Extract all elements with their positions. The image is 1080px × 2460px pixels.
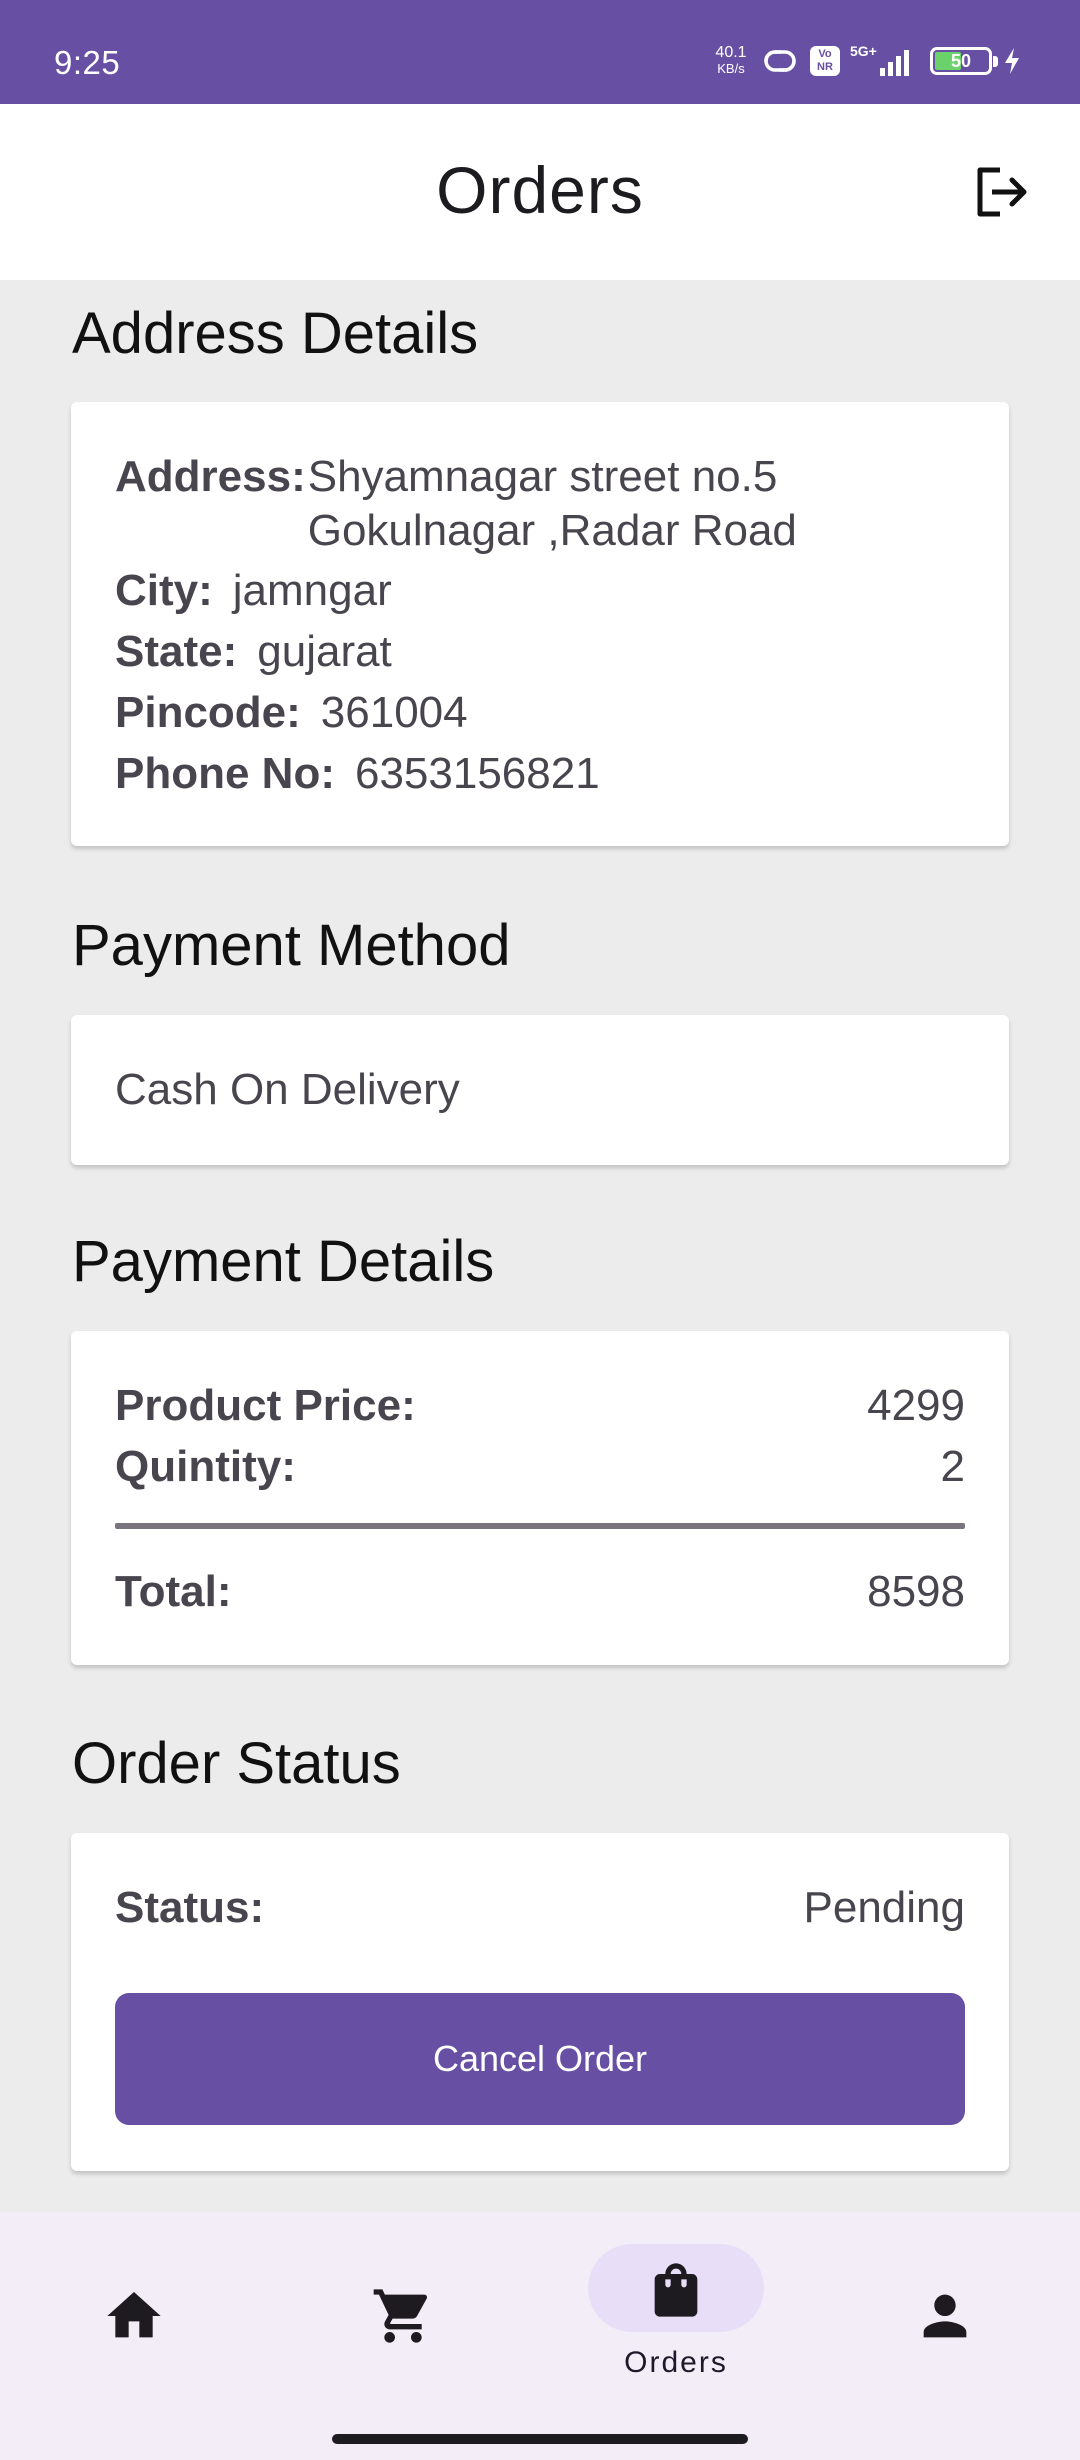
order-status-card: Status: Pending Cancel Order (71, 1833, 1009, 2171)
home-indicator (332, 2434, 748, 2444)
status-bar: 9:25 40.1 KB/s Vo NR 5G+ 50 (0, 0, 1080, 104)
address-card: Address: Shyamnagar street no.5 Gokulnag… (71, 402, 1009, 846)
top-app-bar: Orders (0, 104, 1080, 280)
status-time: 9:25 (54, 44, 121, 81)
person-icon (923, 2294, 967, 2338)
home-icon (107, 2292, 161, 2338)
cart-icon (373, 2289, 428, 2343)
battery-icon: 50 (930, 47, 998, 75)
net-speed-unit: KB/s (717, 61, 745, 76)
charging-icon (1005, 48, 1019, 74)
order-details-content[interactable]: Address Details Address: Shyamnagar stre… (0, 280, 1080, 2212)
product-price-value: 4299 (867, 1381, 965, 1430)
net-speed-value: 40.1 (715, 44, 747, 61)
phone-row: Phone No: 6353156821 (115, 749, 965, 799)
status-value: Pending (803, 1883, 965, 1932)
state-value: gujarat (257, 627, 392, 676)
nav-item-orders[interactable] (576, 2212, 776, 2412)
nav-item-home[interactable] (34, 2212, 234, 2412)
state-label: State: (115, 627, 238, 676)
address-label: Address: (115, 452, 306, 501)
payment-method-title: Payment Method (72, 913, 511, 978)
svg-text:5G+: 5G+ (850, 44, 877, 59)
net-speed: 40.1 KB/s (712, 45, 750, 77)
order-status-title: Order Status (72, 1731, 401, 1796)
status-label: Status: (115, 1883, 265, 1932)
address-section-title: Address Details (72, 301, 479, 366)
payment-method-value: Cash On Delivery (115, 1065, 460, 1114)
status-icons: 40.1 KB/s Vo NR 5G+ 50 (712, 44, 1022, 78)
address-line-2: Gokulnagar ,Radar Road (307, 506, 797, 555)
product-price-label: Product Price: (115, 1381, 416, 1430)
nav-item-profile[interactable] (845, 2212, 1045, 2412)
address-row: Address: Shyamnagar street no.5 Gokulnag… (115, 452, 965, 556)
total-value: 8598 (867, 1567, 965, 1616)
pincode-row: Pincode: 361004 (115, 688, 965, 738)
page-title: Orders (436, 153, 644, 227)
state-row: State: gujarat (115, 627, 965, 677)
hotspot-icon (764, 50, 796, 72)
quantity-row: Quintity: 2 (115, 1442, 965, 1492)
cancel-order-button[interactable]: Cancel Order (115, 1993, 965, 2125)
total-label: Total: (115, 1567, 232, 1616)
nav-item-cart[interactable] (303, 2212, 503, 2412)
city-label: City: (115, 566, 213, 615)
payment-details-title: Payment Details (72, 1229, 495, 1294)
nav-label-orders: Orders (624, 2346, 728, 2379)
quantity-value: 2 (940, 1442, 965, 1491)
quantity-label: Quintity: (115, 1442, 296, 1491)
payment-method-row: Cash On Delivery (115, 1065, 965, 1115)
battery-level: 50 (950, 51, 972, 71)
phone-value: 6353156821 (354, 749, 600, 798)
pincode-label: Pincode: (115, 688, 301, 737)
city-row: City: jamngar (115, 566, 965, 616)
bottom-navigation: Orders (0, 2212, 1080, 2460)
divider (115, 1523, 965, 1529)
product-price-row: Product Price: 4299 (115, 1381, 965, 1431)
shopping-bag-icon (654, 2263, 698, 2317)
phone-label: Phone No: (115, 749, 335, 798)
signal-icon: 5G+ (850, 44, 909, 76)
volte-badge: Vo NR (810, 46, 840, 76)
total-row: Total: 8598 (115, 1567, 965, 1617)
pincode-value: 361004 (320, 688, 468, 737)
payment-details-card: Product Price: 4299 Quintity: 2 Total: 8… (71, 1331, 1009, 1665)
status-row: Status: Pending (115, 1883, 965, 1933)
logout-icon[interactable] (970, 162, 1030, 222)
address-line-1: Shyamnagar street no.5 (307, 452, 778, 501)
city-value: jamngar (232, 566, 392, 615)
payment-method-card: Cash On Delivery (71, 1015, 1009, 1165)
